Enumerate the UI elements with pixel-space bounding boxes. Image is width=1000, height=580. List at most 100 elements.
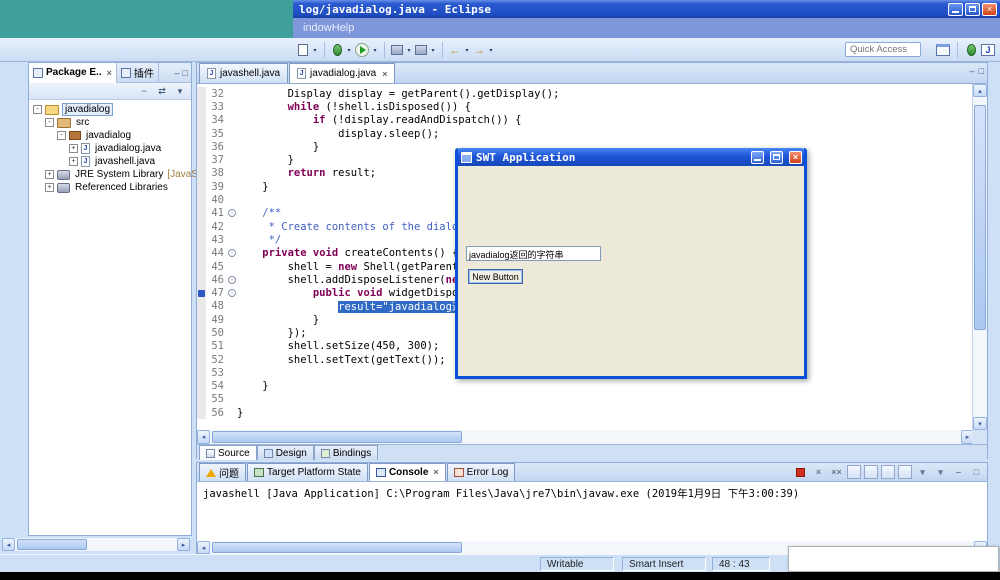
run-icon[interactable] <box>354 41 370 59</box>
tree-expander-icon[interactable]: - <box>33 105 42 114</box>
pin-console-icon[interactable] <box>898 465 912 479</box>
scroll-down-icon[interactable]: ▾ <box>973 417 987 430</box>
editor-tab[interactable]: javadialog.java× <box>289 63 395 83</box>
menu-item[interactable]: indow <box>303 22 332 34</box>
coverage-icon[interactable] <box>414 41 428 59</box>
scroll-lock-icon[interactable] <box>864 465 878 479</box>
scroll-right-icon[interactable]: ▸ <box>177 538 190 551</box>
tab-source[interactable]: Source <box>199 445 257 460</box>
tree-item[interactable]: +JRE System Library[JavaSE-1. <box>29 168 191 181</box>
console-output[interactable]: javashell [Java Application] C:\Program … <box>197 482 987 541</box>
debug-icon[interactable] <box>330 41 344 59</box>
back-icon[interactable]: ← <box>448 41 462 59</box>
scroll-thumb[interactable] <box>212 431 462 443</box>
debug-perspective-icon[interactable] <box>964 41 978 59</box>
forward-icon[interactable]: → <box>472 41 486 59</box>
eclipse-titlebar[interactable]: log/javadialog.java - Eclipse × <box>293 0 1000 18</box>
maximize-view-icon[interactable]: □ <box>969 465 984 479</box>
java-perspective-icon[interactable]: J <box>980 41 996 59</box>
view-tab[interactable]: 插件 <box>117 63 159 83</box>
chevron-down-icon[interactable]: ▾ <box>311 41 319 59</box>
code-text[interactable]: display.sleep(); <box>237 128 974 140</box>
clear-console-icon[interactable] <box>847 465 861 479</box>
tree-expander-icon[interactable]: - <box>45 118 54 127</box>
scroll-track[interactable] <box>210 430 961 444</box>
close-tab-icon[interactable]: × <box>433 467 438 477</box>
console-view-tab[interactable]: Target Platform State <box>247 463 368 481</box>
code-text[interactable]: while (!shell.isDisposed()) { <box>237 101 974 113</box>
fold-collapse-icon[interactable]: - <box>228 249 236 257</box>
console-view-tab[interactable]: 问题 <box>199 463 246 481</box>
minimize-view-icon[interactable]: – <box>970 66 975 76</box>
maximize-button[interactable] <box>770 151 783 164</box>
maximize-view-icon[interactable]: □ <box>979 66 984 76</box>
maximize-view-icon[interactable]: □ <box>183 68 188 78</box>
dialog-text-field[interactable]: javadialog返回的字符串 <box>466 246 601 261</box>
close-button[interactable]: × <box>982 3 997 16</box>
chevron-down-icon[interactable]: ▾ <box>487 41 495 59</box>
scroll-left-icon[interactable]: ◂ <box>197 541 210 554</box>
tree-item[interactable]: +Referenced Libraries <box>29 181 191 194</box>
scroll-track[interactable] <box>15 538 177 551</box>
fold-collapse-icon[interactable]: - <box>228 276 236 284</box>
minimize-view-icon[interactable]: – <box>951 465 966 479</box>
close-tab-icon[interactable]: × <box>382 69 387 79</box>
tree-item[interactable]: +javashell.java <box>29 155 191 168</box>
open-console-icon[interactable]: ▾ <box>933 465 948 479</box>
chevron-down-icon[interactable]: ▾ <box>371 41 379 59</box>
scroll-left-icon[interactable]: ◂ <box>2 538 15 551</box>
tree-item[interactable]: -javadialog <box>29 103 191 116</box>
remove-launch-icon[interactable]: × <box>811 465 826 479</box>
horizontal-scrollbar[interactable]: ◂ ▸ <box>197 430 974 444</box>
view-tab[interactable]: Package E..× <box>29 63 117 83</box>
tree-expander-icon[interactable]: + <box>69 144 78 153</box>
console-view-tab[interactable]: Console× <box>369 463 446 481</box>
fold-collapse-icon[interactable]: - <box>228 209 236 217</box>
tree-item[interactable]: +javadialog.java <box>29 142 191 155</box>
menu-item[interactable]: Help <box>332 22 355 34</box>
tree-expander-icon[interactable]: + <box>45 183 54 192</box>
close-tab-icon[interactable]: × <box>107 68 112 78</box>
tree-expander-icon[interactable]: + <box>45 170 54 179</box>
terminate-icon[interactable] <box>793 465 808 479</box>
scroll-thumb[interactable] <box>974 105 986 330</box>
code-text[interactable]: if (!display.readAndDispatch()) { <box>237 114 974 126</box>
maximize-button[interactable] <box>965 3 980 16</box>
scroll-left-icon[interactable]: ◂ <box>197 430 210 444</box>
editor-tab[interactable]: javashell.java <box>199 63 288 83</box>
minimize-button[interactable] <box>948 3 963 16</box>
open-perspective-icon[interactable] <box>935 41 951 59</box>
new-button[interactable]: New Button <box>468 269 523 284</box>
link-with-editor-icon[interactable]: ⇄ <box>155 85 169 98</box>
scroll-thumb[interactable] <box>17 539 87 550</box>
console-view-tab[interactable]: Error Log <box>447 463 516 481</box>
word-wrap-icon[interactable] <box>881 465 895 479</box>
chevron-down-icon[interactable]: ▾ <box>429 41 437 59</box>
minimize-view-icon[interactable]: – <box>175 68 180 78</box>
scroll-thumb[interactable] <box>212 542 462 553</box>
fold-collapse-icon[interactable]: - <box>228 289 236 297</box>
code-text[interactable]: } <box>237 380 974 392</box>
tab-design[interactable]: Design <box>257 445 314 460</box>
display-console-icon[interactable]: ▾ <box>915 465 930 479</box>
scroll-track[interactable] <box>973 97 987 417</box>
tab-bindings[interactable]: Bindings <box>314 445 378 460</box>
view-menu-icon[interactable]: ▾ <box>173 85 187 98</box>
vertical-scrollbar[interactable]: ▴ ▾ <box>972 84 987 430</box>
tree-item[interactable]: -src <box>29 116 191 129</box>
close-button[interactable]: × <box>789 151 802 164</box>
new-wizard-icon[interactable] <box>296 41 310 59</box>
chevron-down-icon[interactable]: ▾ <box>345 41 353 59</box>
external-tools-icon[interactable] <box>390 41 404 59</box>
chevron-down-icon[interactable]: ▾ <box>405 41 413 59</box>
code-text[interactable]: } <box>237 407 974 419</box>
explorer-horizontal-scrollbar[interactable]: ◂ ▸ <box>2 538 190 551</box>
tree-expander-icon[interactable]: - <box>57 131 66 140</box>
chevron-down-icon[interactable]: ▾ <box>463 41 471 59</box>
tree-expander-icon[interactable]: + <box>69 157 78 166</box>
minimize-button[interactable] <box>751 151 764 164</box>
quick-access-input[interactable] <box>845 42 921 57</box>
code-text[interactable]: Display display = getParent().getDisplay… <box>237 88 974 100</box>
tree-item[interactable]: -javadialog <box>29 129 191 142</box>
scroll-up-icon[interactable]: ▴ <box>973 84 987 97</box>
